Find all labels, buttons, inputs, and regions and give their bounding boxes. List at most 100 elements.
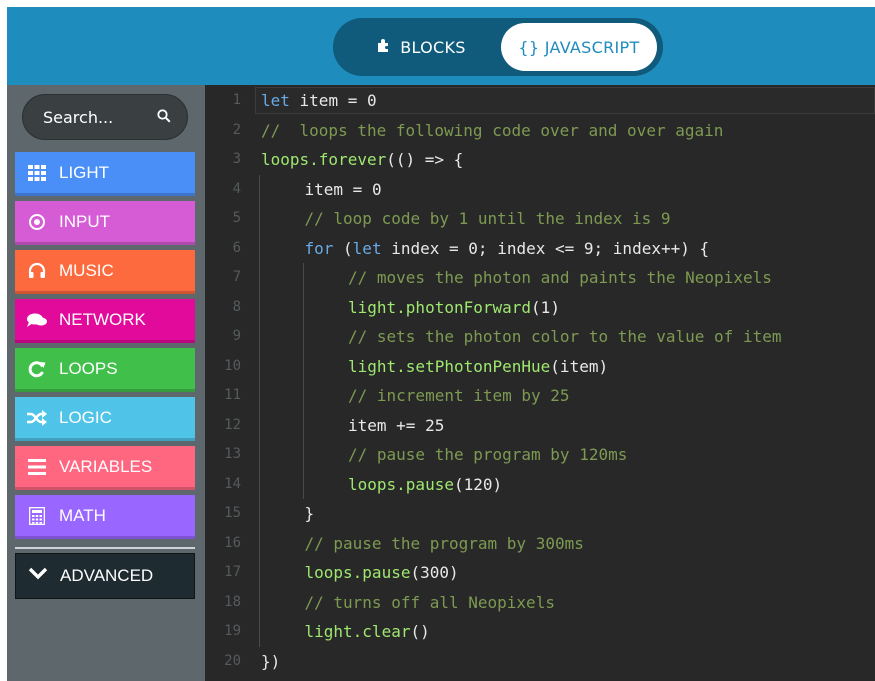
category-input[interactable]: INPUT [15,201,195,245]
code-editor[interactable]: 1 let item = 0 2 // loops the following cod… [205,85,875,681]
category-network[interactable]: NETWORK [15,299,195,343]
line-number: 19 [224,623,241,639]
code-token: item = [304,179,372,199]
tab-javascript-label: {} JAVASCRIPT [518,37,640,57]
code-line: 17 loops.pause(300) [205,558,875,588]
code-line: 5 // loop code by 1 until the index is 9 [205,204,875,234]
code-line: 2 // loops the following code over and ov… [205,116,875,146]
code-text: loops.pause(300) [305,558,459,588]
category-logic[interactable]: LOGIC [15,397,195,441]
code-text: // pause the program by 120ms [348,440,627,470]
category-variables-label: VARIABLES [59,456,153,476]
search-input[interactable]: Search... [22,94,188,140]
list-icon [27,457,47,477]
code-text: let item = 0 [261,86,377,116]
code-token: let [261,91,290,110]
line-number: 6 [232,239,241,256]
line-number: 10 [224,357,241,374]
code-text: loops.pause(120) [348,470,502,500]
code-line: 18 // turns off all Neopixels [205,588,875,618]
code-token: ) [492,474,503,494]
code-token: // sets the photon color to the value of… [348,327,782,346]
code-text: loops.forever(() => { [261,145,463,175]
line-number: 5 [232,210,241,226]
code-text: }) [261,647,280,677]
line-number: 4 [232,180,241,197]
code-token: () [410,622,430,641]
code-token: ; index <= [477,238,584,258]
line-number: 8 [232,298,241,315]
code-token: 0 [371,179,382,199]
code-token: ( [333,238,353,258]
code-token: ( [410,563,421,582]
tab-blocks[interactable]: BLOCKS [347,23,495,71]
code-token: 9 [583,238,594,258]
code-line: 12 item += 25 [205,411,875,441]
editor-mode-toggle: BLOCKS {} JAVASCRIPT [333,18,663,76]
category-math-label: MATH [59,505,106,525]
code-token: loops.forever [261,150,387,169]
code-line: 20}) [205,647,875,677]
code-token: light.photonForward [348,297,532,317]
line-number: 2 [232,121,241,138]
code-line: 16 // pause the program by 300ms [205,529,875,559]
code-token: loops.pause [304,563,411,582]
code-line: 4 item = 0 [205,175,875,205]
category-music[interactable]: MUSIC [15,250,195,294]
code-token: light.clear [304,622,411,641]
code-token: ) [449,563,459,582]
code-token: index = [381,238,469,258]
code-line: 14 loops.pause(120) [205,470,875,500]
code-token: (() => { [386,150,464,169]
code-token: item = [289,91,367,110]
code-token: 300 [420,563,450,582]
code-text: // turns off all Neopixels [305,588,555,618]
code-token: // loop code by 1 until the index is 9 [304,209,671,228]
code-token: (item) [550,356,609,376]
line-number: 12 [224,416,241,433]
sidebar-divider [15,547,195,549]
category-math[interactable]: MATH [15,495,195,539]
code-text: // increment item by 25 [348,381,570,411]
tab-javascript[interactable]: {} JAVASCRIPT [501,23,657,71]
category-input-label: INPUT [59,211,110,231]
code-text: // sets the photon color to the value of… [348,322,781,352]
code-line: 19 light.clear() [205,617,875,647]
line-number: 13 [224,446,241,462]
line-number: 16 [224,534,241,551]
code-text: // pause the program by 300ms [305,529,584,559]
code-token: }) [261,651,281,671]
code-token: 0 [366,91,377,110]
code-token: 120 [463,474,493,494]
toolbox-sidebar: Search... LIGHT INPUT MUSIC NETWORK LOOP… [7,85,205,681]
code-text: light.setPhotonPenHue(item) [348,352,608,382]
line-number: 3 [232,151,241,167]
code-token: 25 [425,415,445,435]
advanced-button[interactable]: ADVANCED [15,553,195,599]
category-light[interactable]: LIGHT [15,152,195,196]
code-text: // loop code by 1 until the index is 9 [305,204,671,234]
headphones-icon [27,261,47,281]
editor-header: BLOCKS {} JAVASCRIPT [7,7,875,85]
category-loops-label: LOOPS [59,358,118,378]
line-number: 14 [224,475,241,492]
code-token: 1 [540,297,551,317]
puzzle-icon [376,37,392,57]
category-loops[interactable]: LOOPS [15,348,195,392]
code-line: 10 light.setPhotonPenHue(item) [205,352,875,382]
code-text: light.photonForward(1) [348,293,560,323]
indent-guide [259,174,261,647]
code-token: // pause the program by 120ms [348,445,628,464]
advanced-label: ADVANCED [60,566,154,585]
code-text: } [305,499,315,529]
code-token: // turns off all Neopixels [304,592,555,612]
code-line: 6 for (let index = 0; index <= 9; index++… [205,234,875,264]
circle-dot-icon [27,212,47,232]
code-token: loops.pause [348,474,454,494]
line-number: 18 [224,593,241,610]
code-token: // moves the photon and paints the Neopi… [348,268,772,287]
refresh-icon [27,359,47,379]
line-number: 17 [224,564,241,580]
code-token: // pause the program by 300ms [304,533,584,553]
category-variables[interactable]: VARIABLES [15,446,195,490]
